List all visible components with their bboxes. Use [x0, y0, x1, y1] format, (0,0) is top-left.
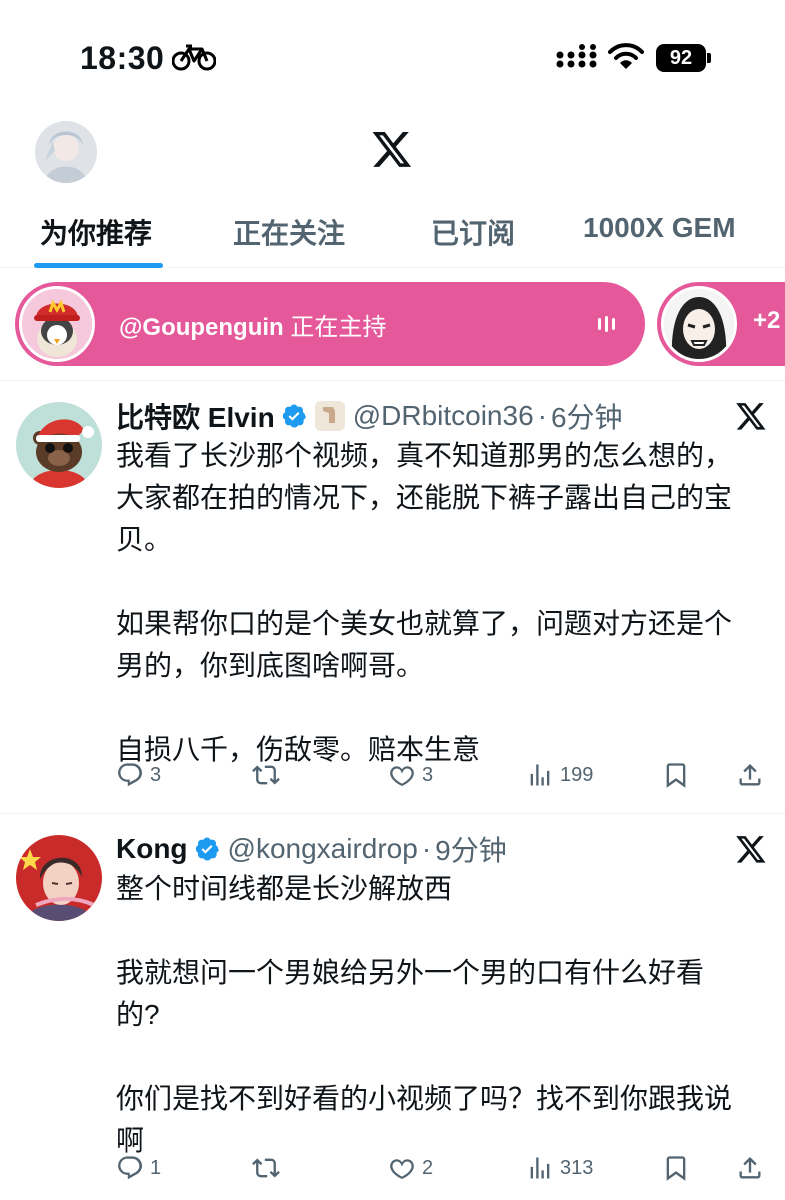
- retweet-button[interactable]: [252, 1152, 286, 1184]
- reply-count: 3: [150, 763, 162, 786]
- tweet-timestamp: 9分钟: [435, 835, 507, 866]
- active-tab-indicator: [34, 263, 163, 268]
- separator-dot: ·: [421, 833, 432, 864]
- tweet-author-name[interactable]: Kong: [116, 833, 188, 865]
- views-button[interactable]: 313: [526, 1152, 593, 1184]
- heart-icon: [390, 766, 414, 786]
- tweet-actions: 3 3 199: [116, 759, 771, 791]
- retweet-icon: [252, 765, 280, 785]
- live-space-card[interactable]: @Goupenguin 正在主持: [15, 282, 645, 366]
- space-more-count: +2: [753, 307, 781, 334]
- bookmark-button[interactable]: [662, 1152, 690, 1184]
- bookmark-icon: [666, 763, 686, 788]
- bicycle-icon: [172, 44, 216, 71]
- views-chart-icon: [530, 764, 550, 786]
- space-host-avatar-2: [661, 286, 737, 362]
- tab-subscribed[interactable]: 已订阅: [431, 212, 515, 252]
- tab-following[interactable]: 正在关注: [233, 212, 345, 252]
- tweet-author-avatar[interactable]: [16, 835, 102, 921]
- cellular-signal-icon: [556, 44, 597, 68]
- space-host-avatar: [19, 286, 95, 362]
- tab-1000x-gem[interactable]: 1000X GEM: [583, 212, 736, 244]
- live-space-card-2[interactable]: +2: [657, 282, 785, 366]
- battery-level: 92: [656, 44, 706, 72]
- space-status: 正在主持: [290, 314, 387, 341]
- x-logo-icon[interactable]: [371, 128, 413, 170]
- audio-bars-icon: [598, 316, 615, 332]
- verified-badge-icon: [282, 404, 306, 428]
- bookmark-icon: [666, 1156, 686, 1181]
- reply-button[interactable]: 3: [116, 759, 161, 791]
- reply-icon: [118, 763, 143, 787]
- views-button[interactable]: 199: [526, 759, 593, 791]
- tweet-text: 我看了长沙那个视频，真不知道那男的怎么想的， 大家都在拍的情况下，还能脱下裤子露…: [116, 440, 733, 765]
- tab-for-you[interactable]: 为你推荐: [40, 212, 152, 252]
- view-count: 199: [560, 763, 594, 786]
- share-button[interactable]: [736, 1152, 764, 1184]
- avatar: [35, 121, 97, 183]
- share-icon: [739, 1157, 761, 1179]
- like-count: 3: [422, 763, 434, 786]
- battery-icon: 92: [656, 44, 712, 72]
- tweet-header: 比特欧 Elvin @DRbitcoin36 · 6分钟: [116, 398, 623, 434]
- tweet-header: Kong @kongxairdrop · 9分钟: [116, 831, 507, 867]
- spaces-bar: @Goupenguin 正在主持 +2: [0, 269, 785, 381]
- verified-badge-icon: [195, 837, 219, 861]
- like-button[interactable]: 2: [388, 1152, 433, 1184]
- tweet-author-handle[interactable]: @DRbitcoin36: [353, 400, 534, 432]
- pointing-hand-emoji-icon: [314, 401, 345, 431]
- reply-button[interactable]: 1: [116, 1152, 161, 1184]
- share-button[interactable]: [736, 759, 764, 791]
- retweet-button[interactable]: [252, 759, 286, 791]
- wifi-icon: [608, 43, 644, 69]
- profile-avatar-button[interactable]: [35, 121, 97, 183]
- space-title: @Goupenguin 正在主持: [119, 307, 386, 342]
- retweet-icon: [252, 1158, 280, 1178]
- x-logo-icon[interactable]: [735, 833, 767, 865]
- timeline-tabs: 为你推荐 正在关注 已订阅 1000X GEM: [0, 200, 785, 268]
- tweet-author-avatar[interactable]: [16, 402, 102, 488]
- status-bar: 18:30 92: [0, 0, 785, 110]
- bookmark-button[interactable]: [662, 759, 690, 791]
- views-chart-icon: [530, 1157, 550, 1179]
- tweet-text: 整个时间线都是长沙解放西 我就想问一个男娘给另外一个男的口有什么好看 的? 你们…: [116, 873, 733, 1156]
- x-logo-icon[interactable]: [735, 400, 767, 432]
- tweet-card[interactable]: Kong @kongxairdrop · 9分钟 整个时间线都是长沙解放西 我就…: [0, 815, 785, 1200]
- space-host-handle: @Goupenguin: [119, 314, 284, 341]
- tweet-author-name[interactable]: 比特欧 Elvin: [116, 396, 275, 436]
- separator-dot: ·: [537, 400, 547, 431]
- tweet-actions: 1 2 313: [116, 1152, 771, 1184]
- tweet-card[interactable]: 比特欧 Elvin @DRbitcoin36 · 6分钟 我看了长沙那个视频，真…: [0, 382, 785, 814]
- share-icon: [739, 764, 761, 786]
- status-time: 18:30: [80, 40, 165, 76]
- like-count: 2: [422, 1156, 434, 1179]
- view-count: 313: [560, 1156, 594, 1179]
- tweet-author-handle[interactable]: @kongxairdrop: [228, 833, 418, 865]
- reply-count: 1: [150, 1156, 162, 1179]
- heart-icon: [390, 1159, 414, 1179]
- reply-icon: [118, 1156, 143, 1180]
- like-button[interactable]: 3: [388, 759, 433, 791]
- tweet-timestamp: 6分钟: [550, 402, 623, 433]
